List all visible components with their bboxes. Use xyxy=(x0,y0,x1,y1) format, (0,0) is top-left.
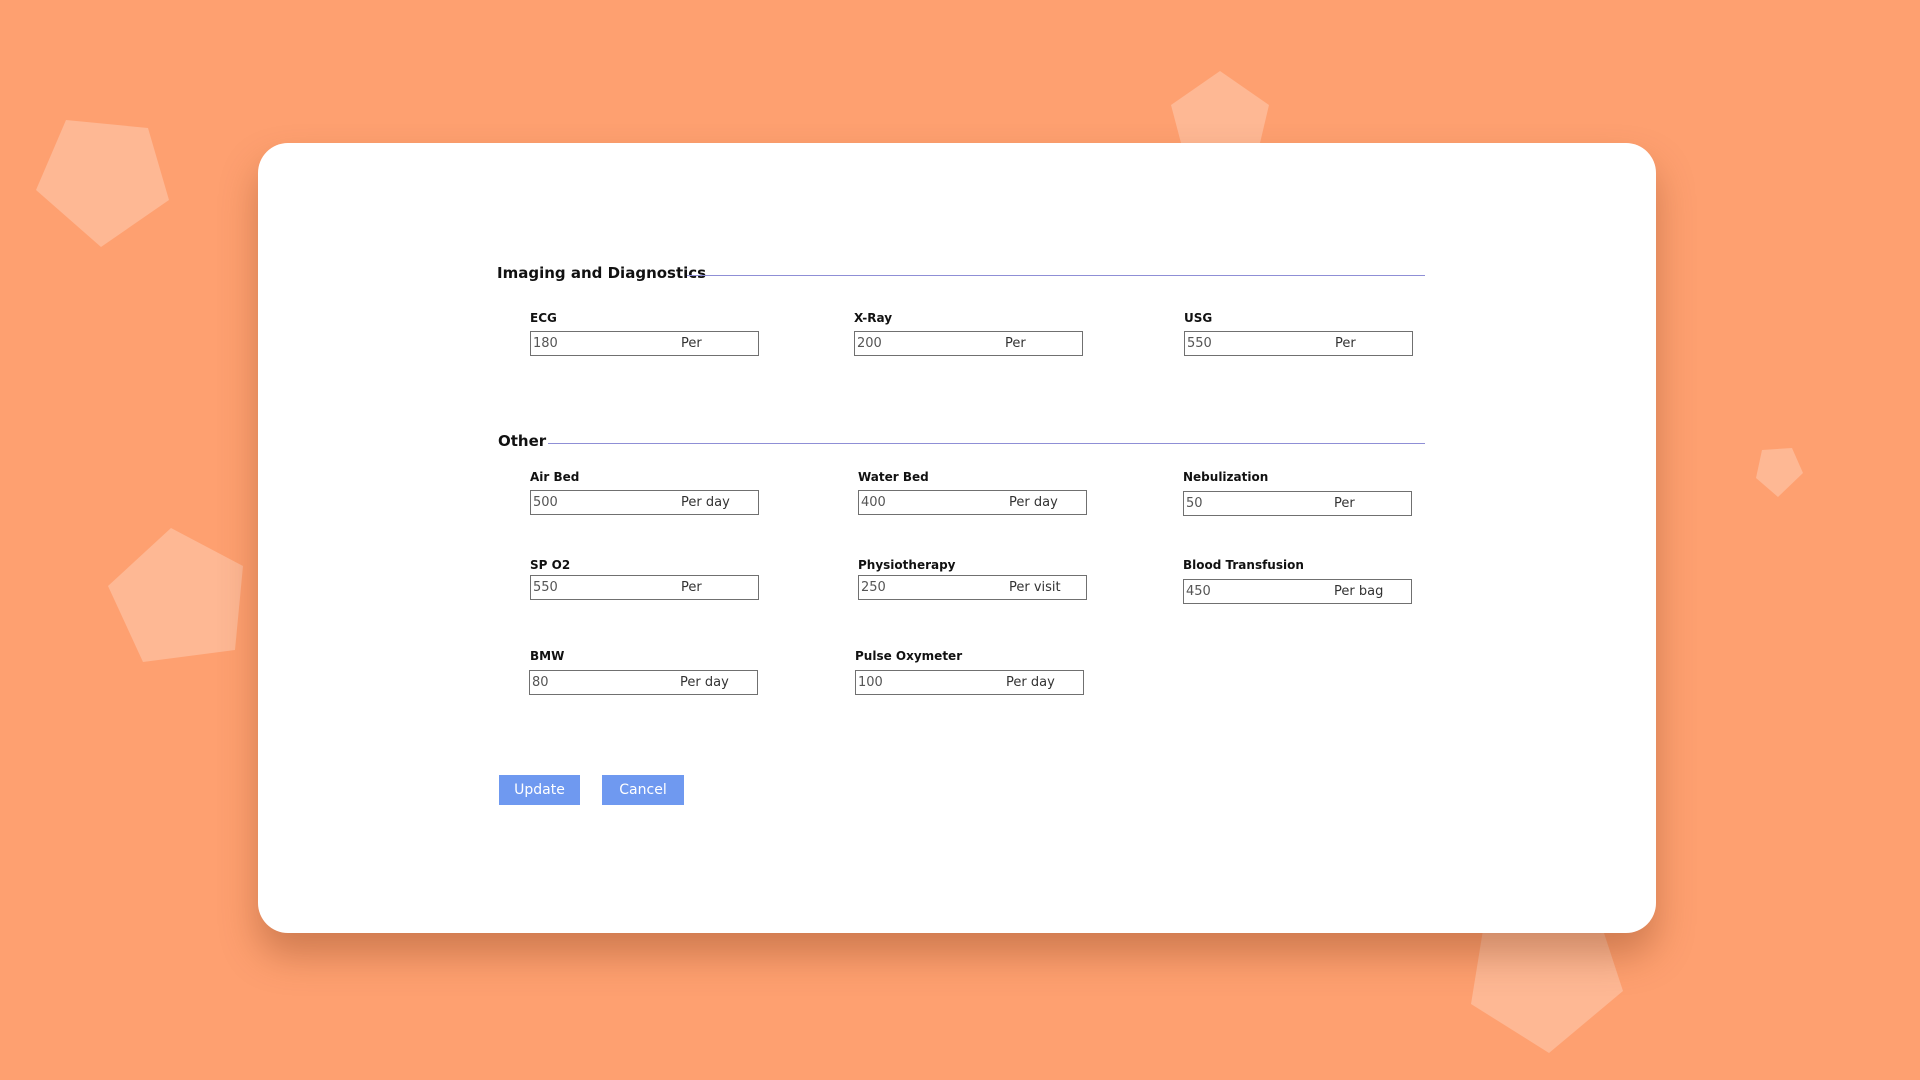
blood-transfusion-unit-label: Per bag xyxy=(1334,584,1384,599)
sp-o2-unit-label: Per xyxy=(681,580,702,595)
water-bed-rate-input[interactable] xyxy=(860,492,1011,513)
water-bed-unit-label: Per day xyxy=(1009,495,1058,510)
physiotherapy-unit-label: Per visit xyxy=(1009,580,1061,595)
air-bed-rate-input[interactable] xyxy=(532,492,683,513)
bmw-rate-input[interactable] xyxy=(531,672,682,693)
label-nebulization: Nebulization xyxy=(1183,470,1269,484)
label-sp-o2: SP O2 xyxy=(530,558,571,572)
label-bmw: BMW xyxy=(530,649,565,663)
usg-unit-label: Per xyxy=(1335,336,1356,351)
field-pulse-oxymeter: Per day xyxy=(855,670,1084,695)
section-divider-other xyxy=(548,443,1425,444)
physiotherapy-rate-input[interactable] xyxy=(860,577,1011,598)
blood-transfusion-rate-input[interactable] xyxy=(1185,581,1336,602)
label-water-bed: Water Bed xyxy=(858,470,929,484)
pulse-oxymeter-rate-input[interactable] xyxy=(857,672,1008,693)
sp-o2-rate-input[interactable] xyxy=(532,577,683,598)
section-title-other: Other xyxy=(498,432,547,450)
field-physiotherapy: Per visit xyxy=(858,575,1087,600)
bmw-unit-label: Per day xyxy=(680,675,729,690)
field-nebulization: Per xyxy=(1183,491,1412,516)
rate-settings-card: Imaging and Diagnostics ECG Per X-Ray Pe… xyxy=(258,143,1656,933)
ecg-rate-input[interactable] xyxy=(532,333,683,354)
x-ray-unit-label: Per xyxy=(1005,336,1026,351)
section-title-imaging-and-diagnostics: Imaging and Diagnostics xyxy=(497,264,707,282)
field-usg: Per xyxy=(1184,331,1413,356)
label-ecg: ECG xyxy=(530,311,557,325)
field-water-bed: Per day xyxy=(858,490,1087,515)
label-pulse-oxymeter: Pulse Oxymeter xyxy=(855,649,963,663)
decorative-pentagon-5 xyxy=(1471,930,1623,1053)
decorative-pentagon-3 xyxy=(108,528,243,662)
pulse-oxymeter-unit-label: Per day xyxy=(1006,675,1055,690)
nebulization-unit-label: Per xyxy=(1334,496,1355,511)
decorative-pentagon-4 xyxy=(1756,448,1803,497)
label-x-ray: X-Ray xyxy=(854,311,893,325)
update-button[interactable]: Update xyxy=(499,775,580,805)
field-sp-o2: Per xyxy=(530,575,759,600)
label-air-bed: Air Bed xyxy=(530,470,580,484)
usg-rate-input[interactable] xyxy=(1186,333,1337,354)
decorative-pentagon-1 xyxy=(36,120,169,247)
decorative-pentagon-2 xyxy=(1171,71,1269,143)
x-ray-rate-input[interactable] xyxy=(856,333,1007,354)
field-blood-transfusion: Per bag xyxy=(1183,579,1412,604)
air-bed-unit-label: Per day xyxy=(681,495,730,510)
field-air-bed: Per day xyxy=(530,490,759,515)
ecg-unit-label: Per xyxy=(681,336,702,351)
field-x-ray: Per xyxy=(854,331,1083,356)
label-usg: USG xyxy=(1184,311,1213,325)
cancel-button[interactable]: Cancel xyxy=(602,775,684,805)
label-blood-transfusion: Blood Transfusion xyxy=(1183,558,1304,572)
field-ecg: Per xyxy=(530,331,759,356)
field-bmw: Per day xyxy=(529,670,758,695)
label-physiotherapy: Physiotherapy xyxy=(858,558,956,572)
nebulization-rate-input[interactable] xyxy=(1185,493,1336,514)
section-divider-imaging xyxy=(687,275,1425,276)
